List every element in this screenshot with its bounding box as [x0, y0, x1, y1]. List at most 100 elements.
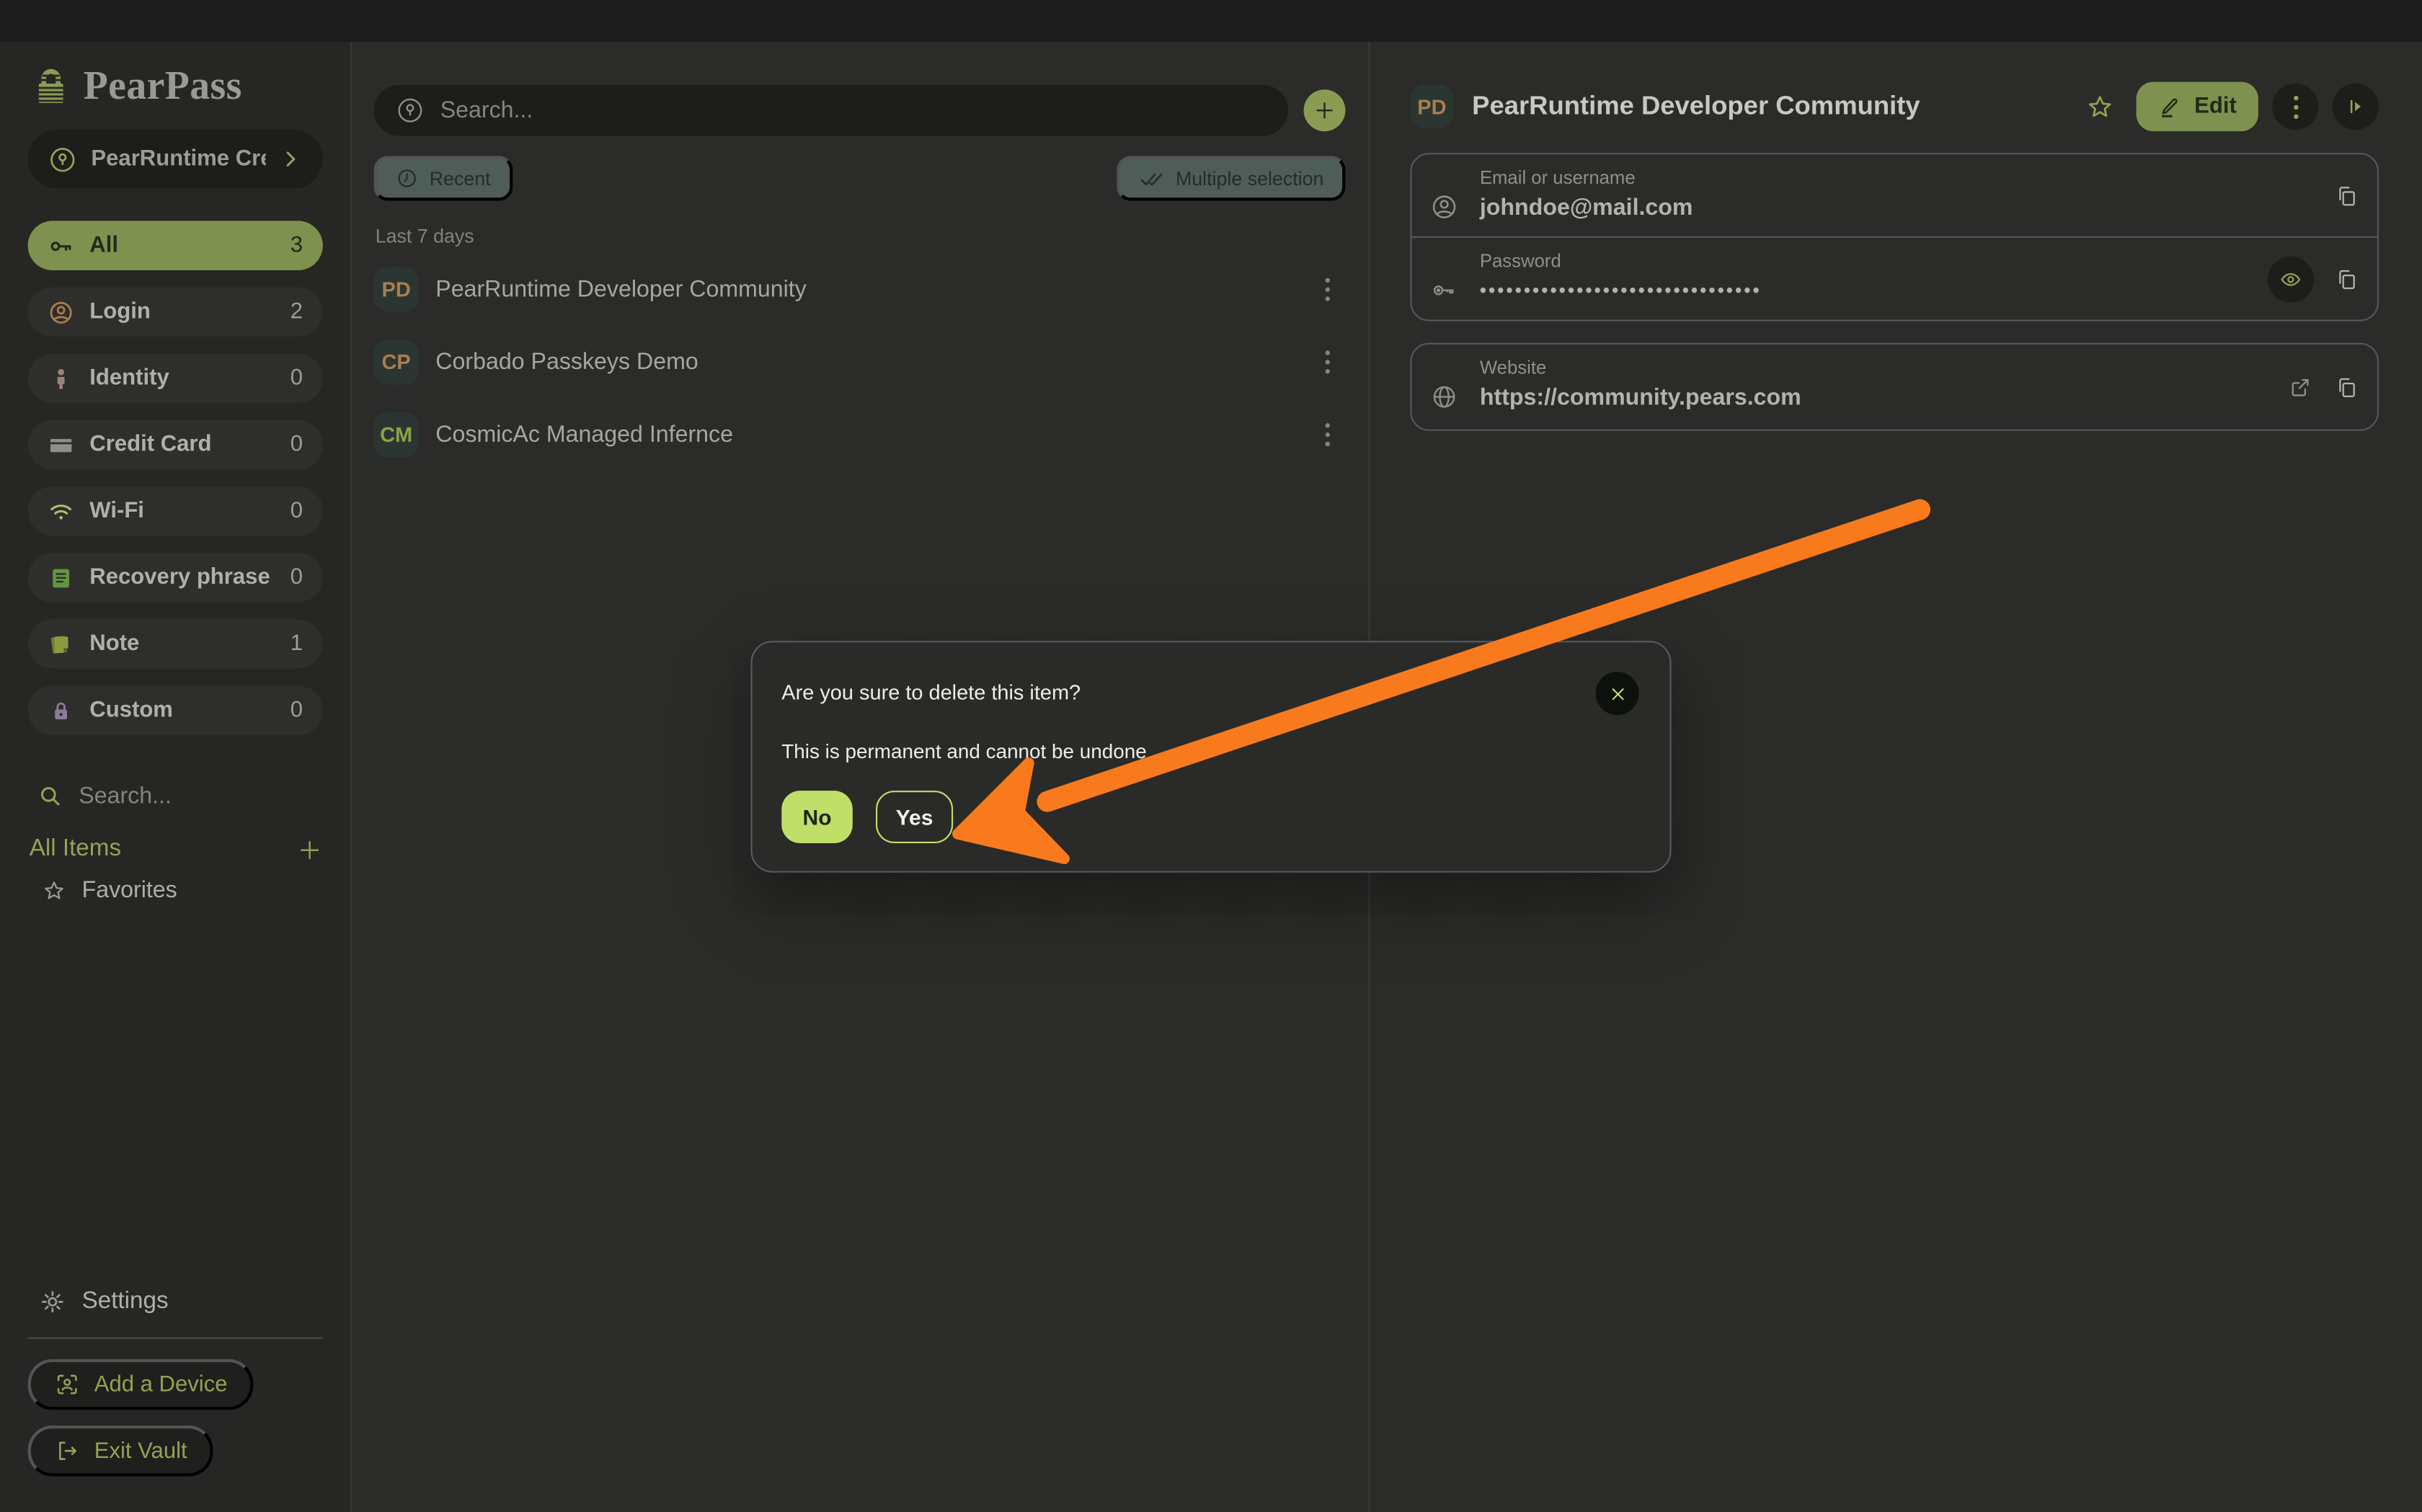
no-button[interactable]: No: [781, 791, 853, 843]
recent-filter-chip[interactable]: Recent: [374, 156, 513, 200]
item-list: PD PearRuntime Developer Community CP Co…: [374, 253, 1346, 471]
wifi-icon: [48, 498, 74, 524]
vault-selector[interactable]: PearRuntime Cre...: [28, 130, 323, 188]
item-avatar: CP: [374, 339, 419, 384]
favorite-star-button[interactable]: [2085, 92, 2114, 121]
scan-person-icon: [54, 1371, 80, 1397]
document-icon: [48, 564, 74, 590]
section-label: Last 7 days: [374, 226, 1346, 247]
yes-button[interactable]: Yes: [876, 791, 953, 843]
email-label: Email or username: [1480, 166, 2359, 188]
sidebar-item-label: Identity: [89, 366, 275, 391]
modal-title: Are you sure to delete this item?: [781, 681, 1081, 704]
list-item[interactable]: CP Corbado Passkeys Demo: [374, 326, 1346, 399]
copy-password-button[interactable]: [2334, 267, 2359, 291]
sidebar-item-count: 0: [290, 565, 303, 590]
item-menu-icon[interactable]: [1311, 414, 1342, 455]
email-field-row: Email or username johndoe@mail.com: [1412, 154, 2377, 236]
favorites-label: Favorites: [82, 877, 177, 903]
sidebar-divider: [28, 1338, 323, 1339]
item-avatar: CM: [374, 412, 419, 457]
website-field-row: Website https://community.pears.com: [1412, 344, 2377, 430]
sidebar-search[interactable]: Search...: [28, 783, 323, 809]
sidebar-item-all[interactable]: All 3: [28, 221, 323, 270]
collapse-icon: [2343, 94, 2368, 119]
all-items-label: All Items: [30, 835, 297, 863]
sidebar-item-identity[interactable]: Identity 0: [28, 354, 323, 404]
copy-website-button[interactable]: [2334, 375, 2359, 399]
collapse-panel-button[interactable]: [2333, 84, 2379, 130]
add-device-label: Add a Device: [94, 1372, 228, 1397]
key-icon: [1430, 277, 1458, 305]
modal-close-button[interactable]: [1596, 672, 1639, 715]
pearpass-window: PearPass PearRuntime Cre...: [0, 0, 2422, 1512]
lock-icon: [48, 697, 74, 723]
item-menu-icon[interactable]: [1311, 342, 1342, 383]
app-name: PearPass: [84, 63, 242, 110]
add-item-button[interactable]: [1304, 89, 1346, 131]
item-menu-icon[interactable]: [1311, 270, 1342, 310]
sidebar-item-recovery-phrase[interactable]: Recovery phrase 0: [28, 553, 323, 602]
sidebar-item-count: 0: [290, 698, 303, 723]
sidebar-item-label: All: [89, 234, 275, 258]
key-circle-icon: [48, 144, 77, 174]
list-item[interactable]: PD PearRuntime Developer Community: [374, 253, 1346, 326]
copy-email-button[interactable]: [2334, 183, 2359, 208]
vault-name: PearRuntime Cre...: [91, 147, 265, 172]
sidebar-item-note[interactable]: Note 1: [28, 619, 323, 669]
password-label: Password: [1480, 250, 2359, 272]
all-items-row[interactable]: All Items: [28, 835, 323, 863]
note-icon: [48, 631, 74, 657]
sidebar-item-label: Recovery phrase: [89, 565, 275, 590]
item-title: CosmicAc Managed Infernce: [435, 422, 1311, 448]
list-item[interactable]: CM CosmicAc Managed Infernce: [374, 399, 1346, 471]
sidebar-item-credit-card[interactable]: Credit Card 0: [28, 420, 323, 470]
sidebar-item-favorites[interactable]: Favorites: [28, 877, 323, 903]
detail-title: PearRuntime Developer Community: [1472, 91, 1920, 122]
website-field-group: Website https://community.pears.com: [1410, 343, 2379, 431]
key-icon: [48, 233, 74, 259]
exit-vault-button[interactable]: Exit Vault: [28, 1426, 214, 1477]
app-logo: PearPass: [28, 63, 323, 110]
edit-label: Edit: [2194, 94, 2237, 119]
double-check-icon: [1139, 165, 1165, 191]
sidebar-item-label: Note: [89, 631, 275, 656]
kebab-icon: [2293, 95, 2297, 118]
edit-button[interactable]: Edit: [2136, 82, 2258, 132]
delete-confirmation-modal: Are you sure to delete this item? This i…: [750, 641, 1671, 872]
sidebar-item-count: 2: [290, 300, 303, 324]
user-circle-icon: [48, 299, 74, 325]
sidebar-item-count: 0: [290, 366, 303, 391]
exit-icon: [54, 1438, 80, 1464]
sidebar: PearPass PearRuntime Cre...: [0, 42, 352, 1512]
detail-avatar: PD: [1410, 85, 1453, 128]
website-label: Website: [1480, 357, 2359, 378]
more-options-button[interactable]: [2272, 84, 2318, 130]
category-nav: All 3 Login 2: [28, 221, 323, 735]
email-value: johndoe@mail.com: [1480, 194, 1693, 220]
sidebar-item-count: 3: [290, 234, 303, 258]
item-search-input[interactable]: [440, 97, 1267, 123]
close-icon: [1607, 683, 1628, 703]
open-website-button[interactable]: [2288, 375, 2312, 399]
item-search-bar[interactable]: [374, 85, 1289, 136]
item-title: PearRuntime Developer Community: [435, 277, 1311, 303]
sidebar-item-label: Credit Card: [89, 432, 275, 457]
add-device-button[interactable]: Add a Device: [28, 1359, 254, 1410]
sidebar-item-custom[interactable]: Custom 0: [28, 685, 323, 735]
credentials-field-group: Email or username johndoe@mail.com: [1410, 153, 2379, 321]
lock-logo-icon: [31, 65, 71, 108]
multiple-selection-chip[interactable]: Multiple selection: [1117, 156, 1346, 200]
plus-icon[interactable]: [296, 836, 322, 862]
show-password-button[interactable]: [2268, 256, 2314, 302]
item-avatar: PD: [374, 267, 419, 312]
sidebar-item-label: Wi-Fi: [89, 499, 275, 523]
clock-icon: [396, 166, 419, 190]
website-value: https://community.pears.com: [1480, 384, 1801, 410]
sidebar-item-wifi[interactable]: Wi-Fi 0: [28, 486, 323, 536]
sidebar-item-settings[interactable]: Settings: [28, 1288, 323, 1316]
modal-message: This is permanent and cannot be undone: [781, 739, 1146, 762]
user-circle-icon: [1430, 193, 1458, 221]
key-circle-icon: [396, 96, 425, 125]
sidebar-item-login[interactable]: Login 2: [28, 288, 323, 337]
